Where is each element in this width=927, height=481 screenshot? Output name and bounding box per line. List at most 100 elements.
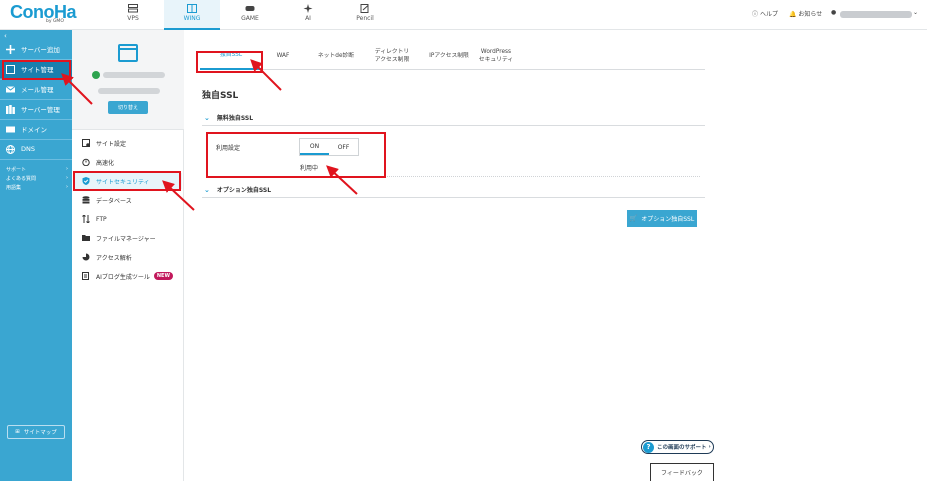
sidebar-item-label: ドメイン (21, 126, 47, 134)
subsidebar-item-site-settings[interactable]: サイト設定 (74, 135, 182, 151)
main-sidebar: ‹ サーバー追加 サイト管理 メール管理 サーバー管理 ドメイン DNS サポー… (0, 30, 72, 481)
subsidebar-item-speedup[interactable]: 高速化 (74, 154, 182, 170)
subsidebar-item-label: ファイルマネージャー (96, 235, 156, 243)
sidebar-item-dns[interactable]: DNS (0, 140, 72, 158)
sidebar-link-label: サポート (6, 167, 27, 173)
sidebar-item-label: メール管理 (21, 86, 54, 94)
tab-label: IPアクセス制限 (429, 53, 469, 59)
server-icon (128, 4, 138, 13)
subsidebar-item-label: データベース (96, 197, 132, 205)
site-name-redacted (103, 72, 165, 78)
sitemap-button[interactable]: ⊞ サイトマップ (7, 425, 65, 439)
tab-waf[interactable]: WAF (264, 42, 302, 70)
tab-net-diagnosis[interactable]: ネットde診断 (304, 42, 368, 70)
help-label: ヘルプ (759, 11, 778, 18)
user-menu[interactable]: ● (831, 9, 836, 16)
sidebar-link-glossary[interactable]: 用語集 › (6, 184, 68, 191)
help-icon: ⓘ (752, 11, 759, 18)
sidebar-item-add-server[interactable]: サーバー追加 (0, 40, 72, 58)
sidebar-link-faq[interactable]: よくある質問 › (6, 175, 68, 182)
tab-label: ネットde診断 (317, 53, 355, 59)
site-settings-icon (82, 139, 90, 147)
tab-label-line1: ディレクトリ (374, 49, 410, 55)
chevron-right-icon: › (66, 166, 68, 172)
sitemap-label: サイトマップ (23, 430, 57, 436)
tab-label-line1: WordPress (480, 49, 512, 55)
subsidebar-item-ai-blog-tool[interactable]: AIブログ生成ツール NEW (74, 268, 182, 284)
tab-label-line2: セキュリティ (478, 57, 514, 63)
tab-directory-access[interactable]: ディレクトリ アクセス制限 (364, 42, 420, 70)
free-ssl-section-header[interactable]: ⌄ 無料独自SSL (202, 110, 705, 126)
top-navigation-bar: ConoHa by GMO VPS WING GAME AI Pencil ⓘ … (0, 0, 927, 30)
user-name-redacted[interactable] (840, 11, 912, 18)
sidebar-item-label: サーバー追加 (21, 46, 60, 54)
pencil-icon (360, 4, 369, 13)
power-status-icon (92, 71, 100, 79)
sitemap-icon: ⊞ (15, 429, 20, 435)
sidebar-item-mail-management[interactable]: メール管理 (0, 80, 72, 98)
section-title: 無料独自SSL (216, 115, 254, 122)
nav-tab-game[interactable]: GAME (222, 0, 278, 30)
conoha-control-panel: ConoHa by GMO VPS WING GAME AI Pencil ⓘ … (0, 0, 927, 481)
subsidebar-item-label: 高速化 (96, 159, 115, 167)
transfer-icon (82, 215, 90, 223)
chevron-down-icon[interactable]: ⌄ (913, 9, 918, 16)
section-title: オプション独自SSL (216, 187, 272, 194)
user-icon: ● (831, 9, 837, 16)
nav-tab-ai[interactable]: AI (280, 0, 336, 30)
tab-label-line2: アクセス制限 (374, 57, 410, 63)
subsidebar-item-database[interactable]: データベース (74, 192, 182, 208)
chevron-down-icon: ⌄ (204, 113, 210, 122)
annotation-box-site-security (73, 171, 181, 191)
option-ssl-button-label: オプション独自SSL (641, 216, 695, 223)
stopwatch-icon (82, 158, 90, 166)
chevron-right-icon: › (708, 444, 711, 450)
collapse-arrow-icon[interactable]: ‹ (4, 32, 7, 40)
notifications-link[interactable]: 🔔 お知らせ (789, 9, 822, 18)
nav-tab-label: Pencil (356, 15, 374, 22)
site-domain-redacted (98, 88, 160, 94)
chevron-right-icon: › (66, 184, 68, 190)
sidebar-item-label: サーバー管理 (21, 106, 60, 114)
bell-icon: 🔔 (789, 11, 797, 18)
conoha-logo[interactable]: ConoHa by GMO (10, 3, 88, 27)
logo-subtext: by GMO (46, 19, 64, 24)
page-title: 独自SSL (202, 91, 239, 101)
subsidebar-item-label: AIブログ生成ツール (96, 273, 150, 281)
site-sub-sidebar: 切り替え サイト設定 高速化 サイトセキュリティ データベース FTP ファイル… (72, 30, 184, 481)
nav-tab-label: AI (305, 15, 311, 22)
subsidebar-item-access-analytics[interactable]: アクセス解析 (74, 249, 182, 265)
nav-tab-label: VPS (127, 15, 139, 22)
cart-icon: 🛒 (629, 215, 638, 222)
nav-tab-wing[interactable]: WING (164, 0, 220, 30)
nav-tab-pencil[interactable]: Pencil (337, 0, 393, 30)
question-icon: ? (643, 441, 654, 453)
plus-icon (6, 44, 15, 54)
annotation-box-ssl-tab (196, 51, 263, 73)
sidebar-link-support[interactable]: サポート › (6, 166, 68, 173)
tab-label: WAF (276, 53, 290, 59)
help-link[interactable]: ⓘ ヘルプ (752, 9, 778, 18)
subsidebar-item-ftp[interactable]: FTP (74, 211, 182, 227)
sidebar-divider (0, 159, 72, 160)
subsidebar-item-file-manager[interactable]: ファイルマネージャー (74, 230, 182, 246)
annotation-box-site-management (2, 60, 71, 80)
ai-icon (303, 4, 313, 13)
option-ssl-button[interactable]: 🛒 オプション独自SSL (627, 210, 697, 227)
support-label: この画面のサポート (657, 445, 707, 451)
option-ssl-section-header[interactable]: ⌄ オプション独自SSL (202, 182, 705, 198)
switch-site-button[interactable]: 切り替え (108, 101, 148, 114)
tab-wordpress-security[interactable]: WordPress セキュリティ (468, 42, 524, 70)
sidebar-item-domain[interactable]: ドメイン (0, 120, 72, 138)
database-icon (82, 196, 90, 204)
mail-icon (6, 85, 15, 92)
sidebar-item-server-management[interactable]: サーバー管理 (0, 100, 72, 118)
globe-icon (6, 144, 15, 154)
subsidebar-item-label: サイト設定 (96, 140, 127, 148)
pie-chart-icon (82, 253, 90, 261)
site-selector: 切り替え (72, 30, 184, 130)
page-support-button[interactable]: ? この画面のサポート › (641, 440, 714, 454)
nav-tab-vps[interactable]: VPS (105, 0, 161, 30)
subsidebar-item-label: FTP (96, 215, 107, 223)
feedback-button[interactable]: フィードバック (650, 463, 714, 481)
